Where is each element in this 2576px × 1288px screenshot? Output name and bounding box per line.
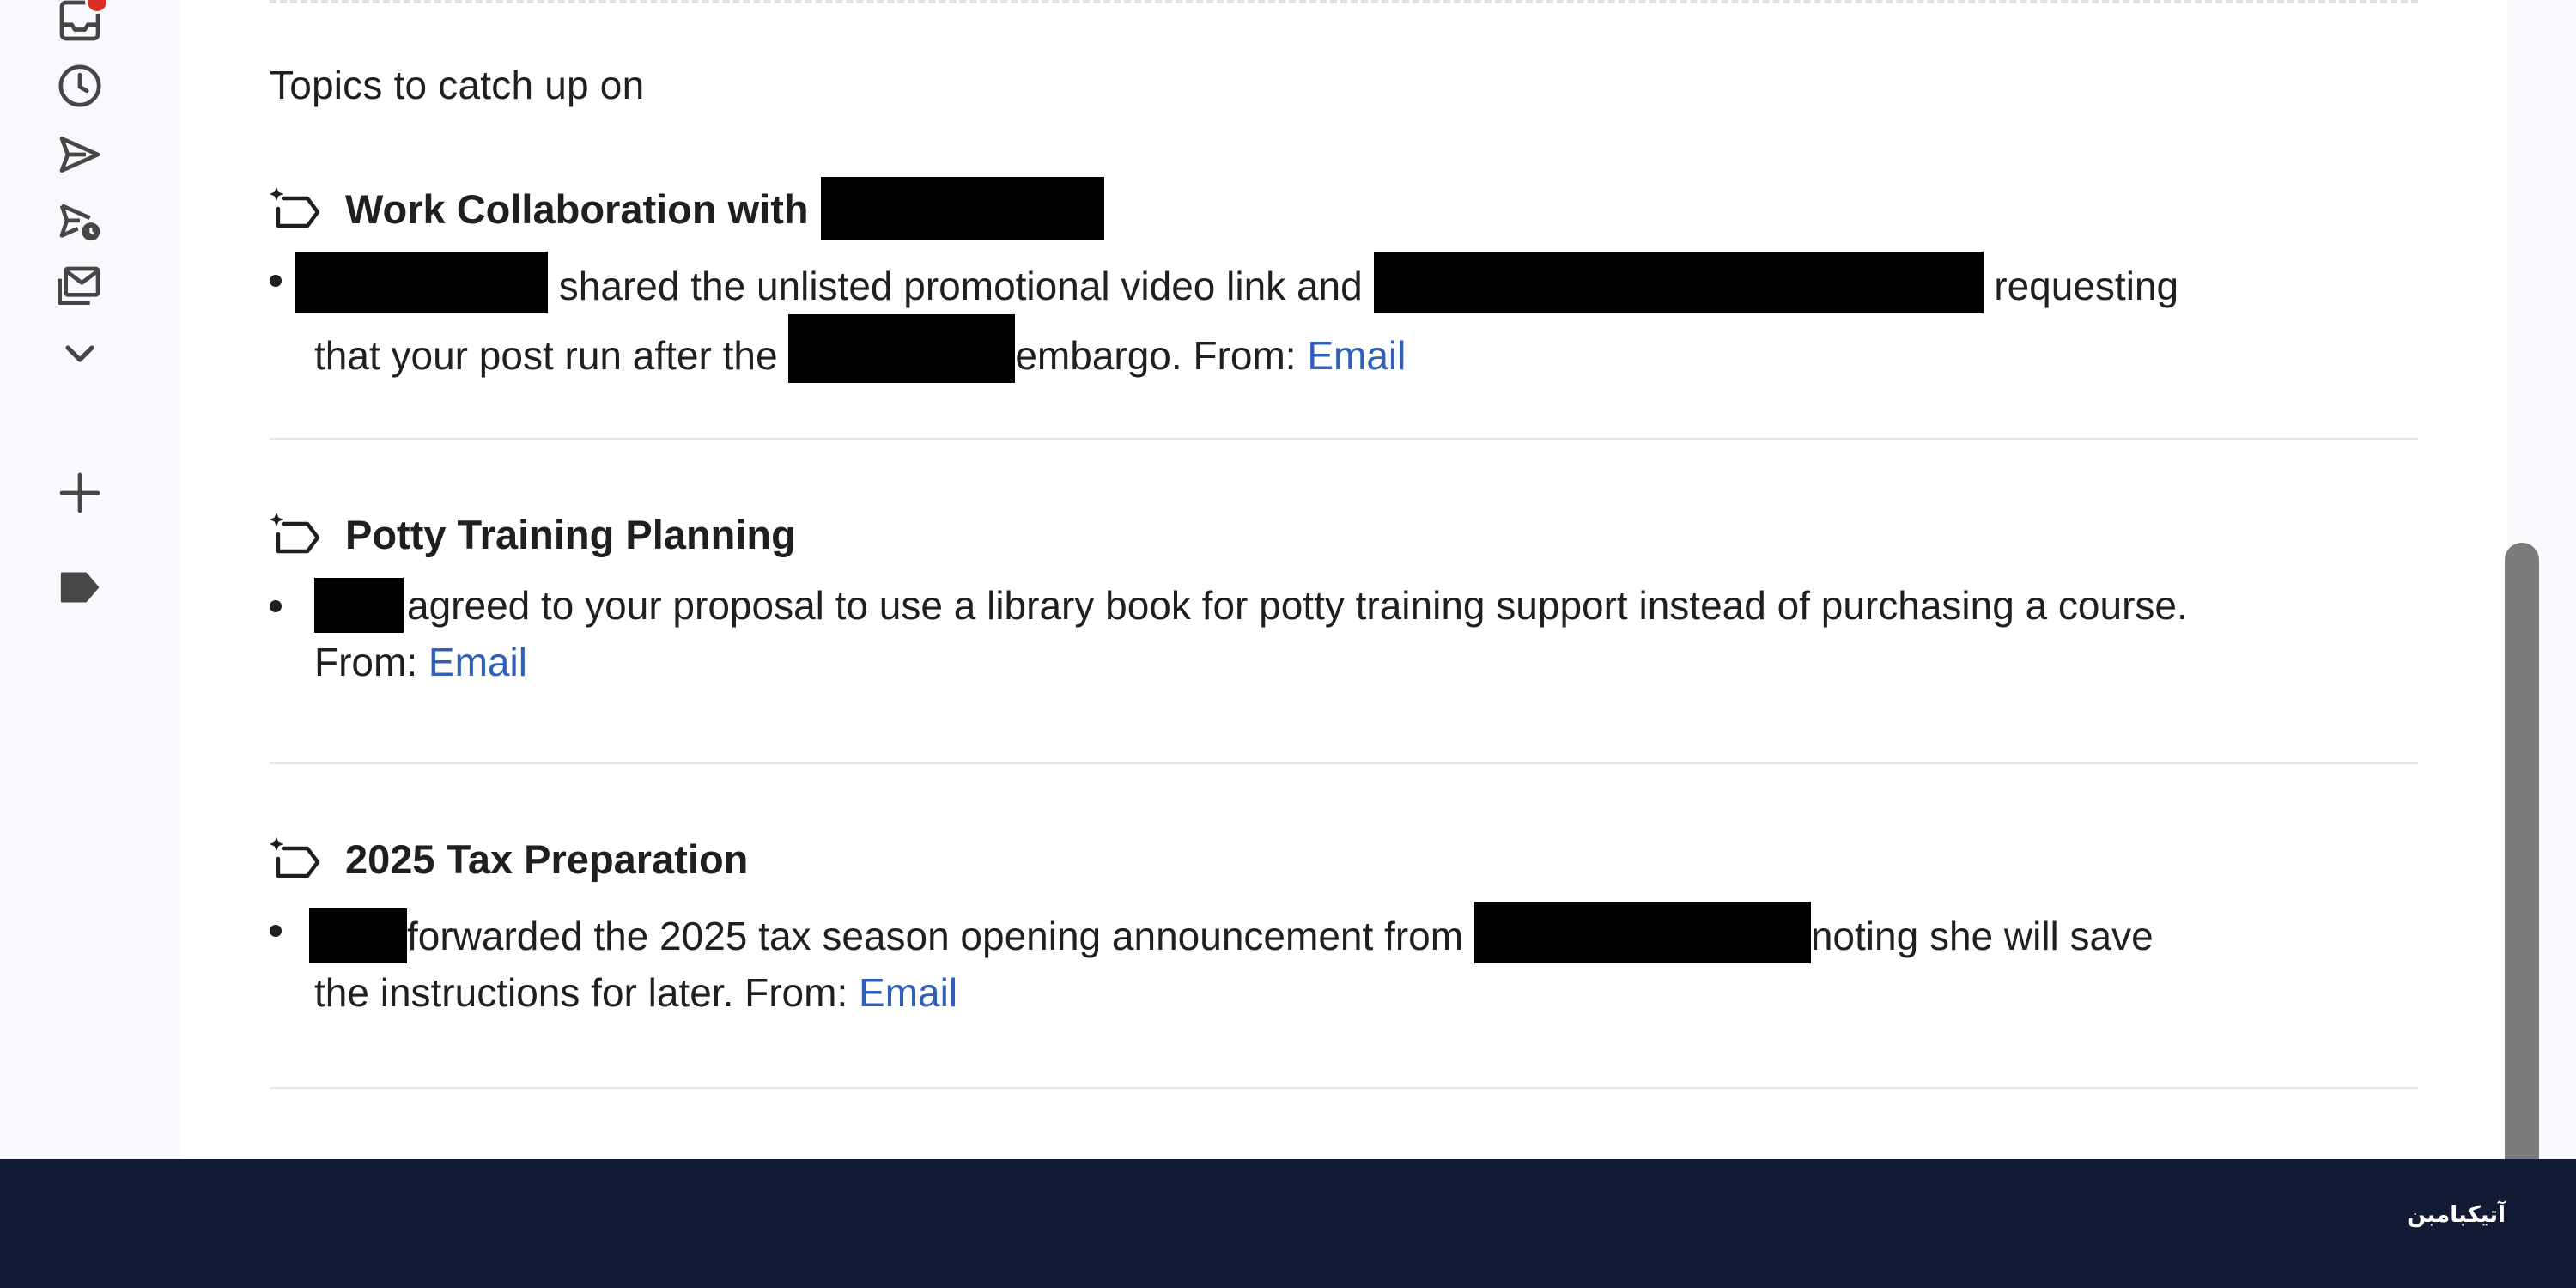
email-link[interactable]: Email [1307, 333, 1406, 378]
ai-summary-icon [270, 833, 321, 884]
bullet [270, 275, 282, 287]
plus-icon[interactable] [52, 465, 107, 520]
scrollbar-thumb[interactable] [2505, 543, 2539, 1159]
topic-card: Work Collaboration with shared the unlis… [270, 174, 2420, 384]
clock-icon[interactable] [52, 58, 107, 113]
topic-divider [270, 438, 2418, 440]
navigation-rail [0, 0, 180, 1159]
topic-summary: forwarded the 2025 tax season opening an… [270, 902, 2203, 1021]
redacted-name [820, 177, 1104, 240]
redacted-name [295, 252, 548, 313]
topic-title: Work Collaboration with [345, 185, 809, 232]
ai-summary-icon [270, 508, 321, 560]
topic-card: Potty Training Planning agreed to your p… [270, 500, 2420, 690]
redacted-text [1373, 252, 1984, 313]
label-icon[interactable] [52, 560, 107, 615]
bullet [270, 600, 282, 612]
topic-title: 2025 Tax Preparation [345, 835, 749, 882]
redacted-name [309, 908, 407, 963]
send-icon[interactable] [52, 127, 107, 182]
ai-summary-icon [270, 183, 321, 234]
topic-header: 2025 Tax Preparation [270, 824, 2420, 893]
chevron-down-icon[interactable] [52, 326, 107, 381]
taskbar: آتیکبامبن [0, 1159, 2576, 1288]
all-mail-icon[interactable] [52, 259, 107, 314]
redacted-name [314, 578, 404, 633]
topic-card: 2025 Tax Preparation forwarded the 2025 … [270, 824, 2420, 1021]
topic-summary: shared the unlisted promotional video li… [270, 252, 2203, 384]
redacted-date [788, 314, 1016, 383]
bullet [270, 925, 282, 937]
topic-header: Potty Training Planning [270, 500, 2420, 568]
taskbar-logo: آتیکبامبن [2407, 1202, 2506, 1228]
section-title: Topics to catch up on [270, 63, 645, 107]
redacted-text [1473, 902, 1811, 963]
dashed-divider [270, 0, 2418, 3]
catch-up-panel: Topics to catch up on Work Collaboration… [180, 0, 2507, 1159]
topic-title: Potty Training Planning [345, 511, 796, 557]
topic-divider [270, 1087, 2418, 1089]
topic-summary: agreed to your proposal to use a library… [270, 577, 2203, 690]
topic-divider [270, 762, 2418, 764]
scheduled-send-icon[interactable] [52, 194, 107, 249]
email-link[interactable]: Email [428, 640, 527, 684]
email-link[interactable]: Email [859, 970, 957, 1015]
topic-header: Work Collaboration with [270, 174, 2420, 243]
inbox-icon[interactable] [52, 0, 109, 48]
